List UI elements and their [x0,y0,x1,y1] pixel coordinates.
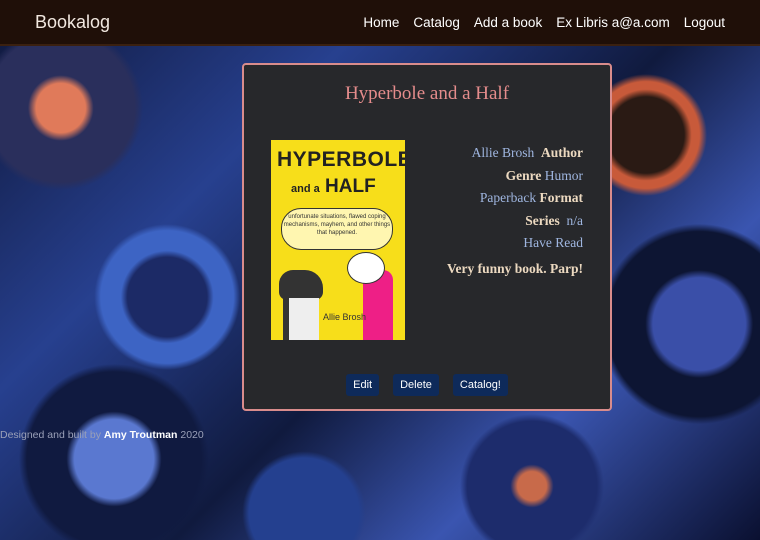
genre-row: Genre Humor [505,167,583,183]
edit-button[interactable]: Edit [346,374,380,396]
format-row: Paperback Format [479,190,583,205]
cover-dog-illustration [279,270,323,300]
action-buttons: Edit Delete Catalog! [244,374,610,396]
book-notes: Very funny book. Parp! [446,260,583,276]
brand-logo[interactable]: Bookalog [35,12,110,33]
book-details: Allie Brosh Author Genre Humor Paperback… [447,142,583,280]
cover-dog-body [283,298,319,340]
cover-character-head [347,252,385,284]
series-row: Series n/a [525,212,583,228]
book-cover-image: HYPERBOLE and a HALF unfortunate situati… [271,140,405,340]
footer-author-name[interactable]: Amy Troutman [104,429,178,441]
author-row: Allie Brosh Author [471,145,583,160]
delete-button[interactable]: Delete [393,374,439,396]
nav-logout-link[interactable]: Logout [684,15,725,30]
book-title: Hyperbole and a Half [344,83,510,104]
cover-title-line2: and a HALF [291,176,376,197]
nav-catalog-link[interactable]: Catalog [413,15,460,30]
read-status: Have Read [523,235,583,250]
catalog-button[interactable]: Catalog! [452,374,508,396]
nav-links: Home Catalog Add a book Ex Libris a@a.co… [363,15,725,30]
cover-title-line1: HYPERBOLE [277,148,405,171]
navbar: Bookalog Home Catalog Add a book Ex Libr… [0,0,760,46]
nav-add-book-link[interactable]: Add a book [474,15,542,30]
book-detail-card: Hyperbole and a Half HYPERBOLE and a HAL… [242,63,612,411]
cover-blurb: unfortunate situations, flawed coping me… [281,208,393,250]
nav-ex-libris-link[interactable]: Ex Libris a@a.com [556,15,670,30]
nav-home-link[interactable]: Home [363,15,399,30]
footer-credit: Designed and built by Amy Troutman 2020 [0,429,204,441]
cover-author: Allie Brosh [323,312,367,322]
